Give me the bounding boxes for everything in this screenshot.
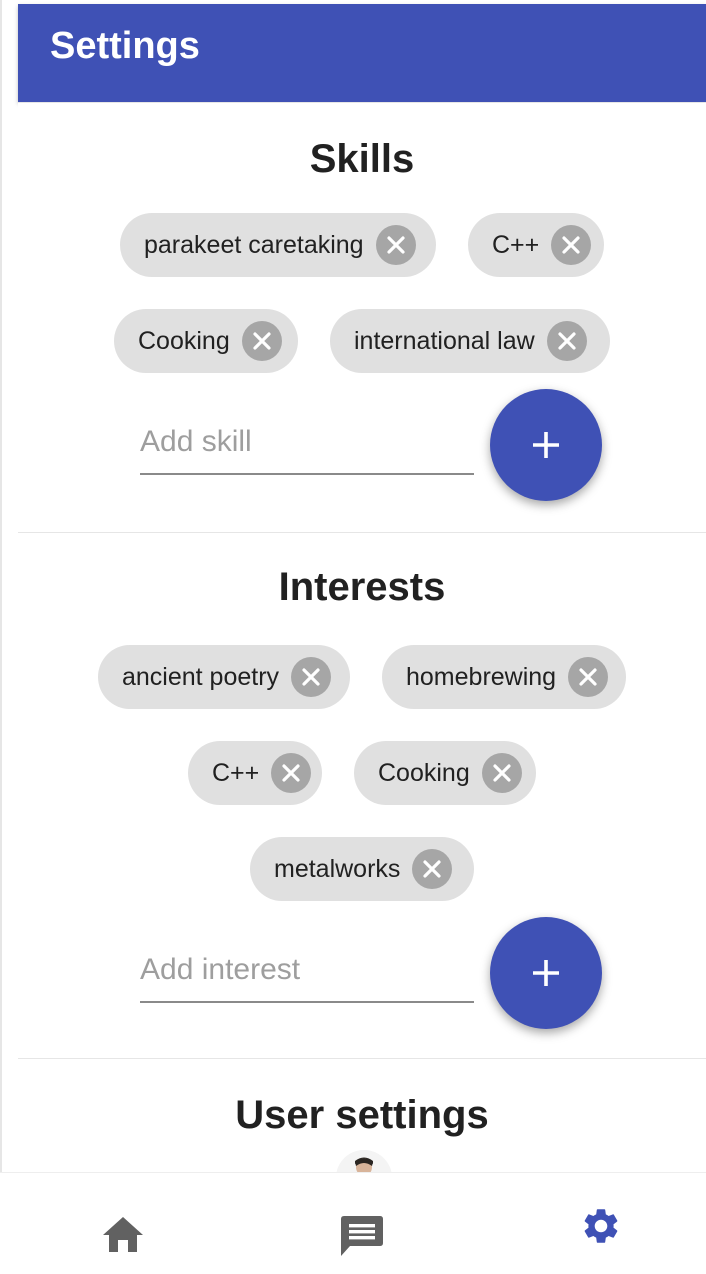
bottom-navigation <box>0 1172 706 1274</box>
interest-chip: Cooking <box>354 741 536 805</box>
interest-chip: homebrewing <box>382 645 626 709</box>
chip-label: international law <box>354 326 535 355</box>
interests-title: Interests <box>278 565 446 609</box>
chat-icon <box>341 1216 383 1256</box>
add-interest-input[interactable] <box>140 945 474 995</box>
skill-chip: Cooking <box>114 309 298 373</box>
interest-chip: metalworks <box>250 837 474 901</box>
skills-card: Skills parakeet caretaking C++ Cooking i… <box>18 102 706 533</box>
home-icon <box>103 1217 143 1252</box>
chip-label: homebrewing <box>406 662 557 691</box>
chip-label: metalworks <box>274 854 401 883</box>
skill-chip: C++ <box>468 213 604 277</box>
chip-label: Cooking <box>138 326 230 355</box>
remove-chip-icon[interactable] <box>481 753 522 793</box>
skill-chip: international law <box>330 309 610 373</box>
user-settings-title: User settings <box>235 1093 489 1137</box>
add-skill-input[interactable] <box>140 417 474 467</box>
page-title: Settings <box>50 25 200 67</box>
add-skill-button[interactable] <box>490 389 602 501</box>
nav-chat-button[interactable] <box>240 1173 475 1274</box>
left-divider <box>0 0 2 1274</box>
interests-card: Interests ancient poetry homebrewing C++… <box>18 532 706 1059</box>
chip-label: parakeet caretaking <box>144 230 364 259</box>
plus-icon <box>533 960 559 986</box>
interest-chip: ancient poetry <box>98 645 350 709</box>
app-bar: Settings <box>18 4 706 102</box>
chip-label: ancient poetry <box>122 662 280 691</box>
chip-label: C++ <box>492 230 540 259</box>
remove-chip-icon[interactable] <box>551 225 592 265</box>
skills-title: Skills <box>309 137 415 181</box>
add-skill-field <box>140 417 474 475</box>
remove-chip-icon[interactable] <box>546 321 587 361</box>
remove-chip-icon[interactable] <box>412 849 453 889</box>
nav-settings-button[interactable] <box>475 1173 706 1274</box>
interest-chip: C++ <box>188 741 322 805</box>
skill-chip: parakeet caretaking <box>120 213 436 277</box>
remove-chip-icon[interactable] <box>241 321 282 361</box>
remove-chip-icon[interactable] <box>271 753 312 793</box>
chip-label: C++ <box>212 758 260 787</box>
nav-home-button[interactable] <box>5 1173 240 1274</box>
add-interest-button[interactable] <box>490 917 602 1029</box>
add-interest-field <box>140 945 474 1003</box>
settings-screen: Settings Skills parakeet caretaking C++ … <box>0 0 706 1274</box>
remove-chip-icon[interactable] <box>375 225 416 265</box>
remove-chip-icon[interactable] <box>568 657 609 697</box>
gear-icon <box>584 1209 618 1243</box>
chip-label: Cooking <box>378 758 470 787</box>
plus-icon <box>533 432 559 458</box>
remove-chip-icon[interactable] <box>291 657 332 697</box>
